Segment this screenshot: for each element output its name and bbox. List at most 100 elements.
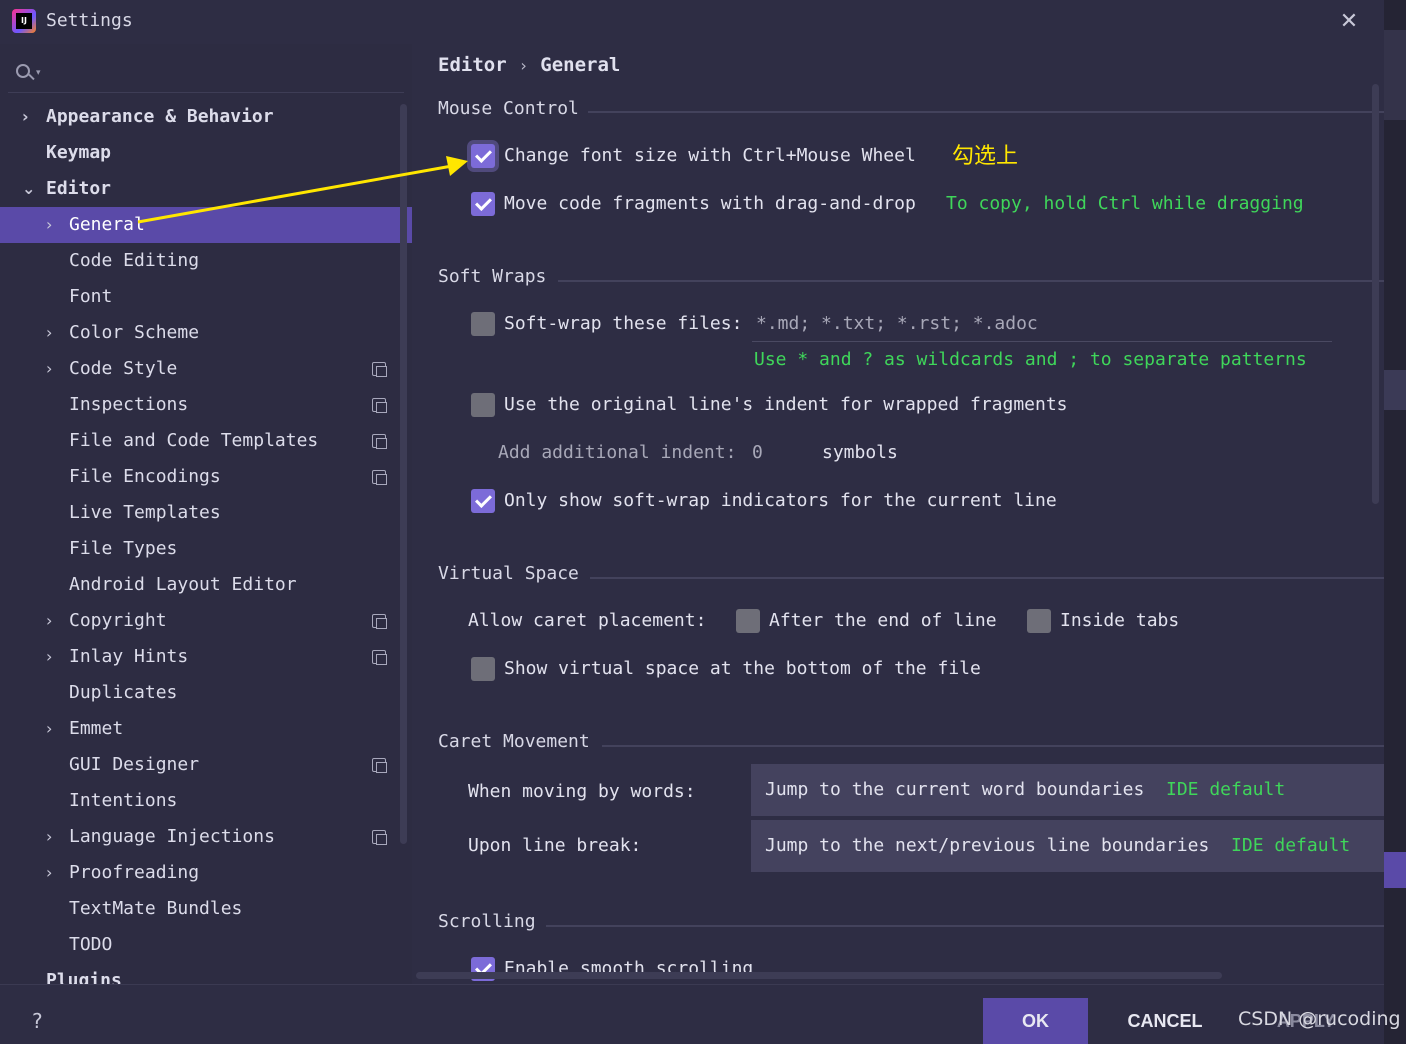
section-scrolling: Scrolling [438, 911, 536, 932]
chevron-right-icon[interactable]: › [46, 639, 52, 675]
sidebar-item-color-scheme[interactable]: › Color Scheme [0, 315, 412, 351]
line-break-dropdown[interactable]: Jump to the next/previous line boundarie… [751, 820, 1384, 872]
sidebar-item-label: File Types [69, 538, 178, 559]
inside-tabs-label[interactable]: Inside tabs [1060, 607, 1179, 635]
sidebar-item-emmet[interactable]: › Emmet [0, 711, 412, 747]
sidebar-item-appearance-behavior[interactable]: › Appearance & Behavior [0, 99, 412, 135]
chevron-right-icon[interactable]: › [46, 819, 52, 855]
sidebar-item-font[interactable]: Font [0, 279, 412, 315]
sidebar-item-inspections[interactable]: Inspections [0, 387, 412, 423]
after-end-label[interactable]: After the end of line [769, 607, 997, 635]
virtual-space-bottom-label[interactable]: Show virtual space at the bottom of the … [504, 655, 981, 683]
breadcrumb-editor[interactable]: Editor [438, 54, 507, 76]
sidebar-item-label: Language Injections [69, 826, 275, 847]
sidebar-item-code-editing[interactable]: Code Editing [0, 243, 412, 279]
line-break-hint: IDE default [1231, 835, 1351, 856]
move-code-checkbox[interactable] [471, 192, 495, 216]
content-vertical-scrollbar[interactable] [1372, 84, 1379, 504]
project-scope-icon [372, 830, 387, 845]
sidebar-item-label: Font [69, 286, 113, 307]
sidebar-item-general[interactable]: › General [0, 207, 412, 243]
additional-indent-label: Add additional indent: [498, 442, 737, 463]
section-divider [590, 577, 1384, 579]
section-divider [546, 925, 1384, 927]
additional-indent-input[interactable]: 0 [752, 439, 763, 467]
sidebar-item-gui-designer[interactable]: GUI Designer [0, 747, 412, 783]
chevron-right-icon[interactable]: › [46, 855, 52, 891]
sidebar-item-file-and-code-templates[interactable]: File and Code Templates [0, 423, 412, 459]
search-icon[interactable]: ▾ [14, 62, 44, 86]
sidebar-item-label: Inspections [69, 394, 189, 415]
soft-wrap-files-label[interactable]: Soft-wrap these files: [504, 310, 742, 338]
content-horizontal-scrollbar[interactable] [416, 972, 1222, 979]
chevron-right-icon[interactable]: › [22, 99, 29, 135]
ok-button[interactable]: OK [983, 998, 1088, 1044]
sidebar-item-editor[interactable]: ⌄ Editor [0, 171, 412, 207]
sidebar-item-code-style[interactable]: › Code Style [0, 351, 412, 387]
sidebar-item-language-injections[interactable]: › Language Injections [0, 819, 412, 855]
virtual-space-bottom-checkbox[interactable] [471, 657, 495, 681]
patterns-hint: Use * and ? as wildcards and ; to separa… [754, 349, 1307, 370]
sidebar-item-label: Android Layout Editor [69, 574, 297, 595]
sidebar-item-label: Duplicates [69, 682, 178, 703]
sidebar-item-android-layout-editor[interactable]: Android Layout Editor [0, 567, 412, 603]
sidebar-item-label: Plugins [46, 970, 122, 984]
project-scope-icon [372, 434, 387, 449]
section-divider [588, 111, 1384, 113]
chevron-right-icon[interactable]: › [46, 315, 52, 351]
moving-by-words-label: When moving by words: [468, 781, 696, 802]
sidebar-scrollbar[interactable] [400, 104, 407, 844]
sidebar-item-label: Keymap [46, 142, 112, 163]
change-font-label[interactable]: Change font size with Ctrl+Mouse Wheel [504, 142, 916, 170]
after-end-checkbox[interactable] [736, 609, 760, 633]
settings-sidebar: ▾ › Appearance & Behavior Keymap ⌄ Editor › Ge… [0, 44, 412, 984]
move-code-label[interactable]: Move code fragments with drag-and-drop [504, 190, 916, 218]
help-icon[interactable]: ? [32, 1009, 43, 1033]
indicators-label[interactable]: Only show soft-wrap indicators for the c… [504, 487, 1057, 515]
sidebar-item-label: Editor [46, 178, 112, 199]
sidebar-item-label: GUI Designer [69, 754, 200, 775]
sidebar-item-live-templates[interactable]: Live Templates [0, 495, 412, 531]
project-scope-icon [372, 362, 387, 377]
project-scope-icon [372, 758, 387, 773]
sidebar-item-label: Appearance & Behavior [46, 106, 274, 127]
breadcrumb-general: General [540, 54, 621, 76]
dialog-footer: ? OK CANCEL APPLY [0, 984, 1384, 1044]
soft-wrap-files-checkbox[interactable] [471, 312, 495, 336]
caret-placement-label: Allow caret placement: [468, 610, 707, 631]
sidebar-item-file-types[interactable]: File Types [0, 531, 412, 567]
section-soft-wraps: Soft Wraps [438, 266, 547, 287]
chevron-right-icon[interactable]: › [46, 711, 52, 747]
sidebar-divider [8, 92, 404, 93]
sidebar-item-proofreading[interactable]: › Proofreading [0, 855, 412, 891]
line-break-value: Jump to the next/previous line boundarie… [765, 835, 1210, 856]
chevron-down-icon[interactable]: ⌄ [22, 171, 35, 207]
sidebar-item-intentions[interactable]: Intentions [0, 783, 412, 819]
chevron-right-icon[interactable]: › [46, 351, 52, 387]
moving-by-words-dropdown[interactable]: Jump to the current word boundaries IDE … [751, 764, 1384, 816]
sidebar-item-inlay-hints[interactable]: › Inlay Hints [0, 639, 412, 675]
sidebar-item-label: File and Code Templates [69, 430, 319, 451]
sidebar-item-keymap[interactable]: Keymap [0, 135, 412, 171]
soft-wrap-files-input[interactable]: *.md; *.txt; *.rst; *.adoc [756, 310, 1038, 338]
sidebar-item-copyright[interactable]: › Copyright [0, 603, 412, 639]
chevron-right-icon[interactable]: › [46, 207, 52, 243]
original-indent-checkbox[interactable] [471, 393, 495, 417]
chevron-right-icon[interactable]: › [46, 603, 52, 639]
sidebar-item-todo[interactable]: TODO [0, 927, 412, 963]
sidebar-item-textmate-bundles[interactable]: TextMate Bundles [0, 891, 412, 927]
settings-dialog: IJ Settings ✕ ▾ › Appearance & Behavior Ke… [0, 0, 1406, 1044]
sidebar-item-file-encodings[interactable]: File Encodings [0, 459, 412, 495]
close-icon[interactable]: ✕ [1336, 9, 1362, 35]
sidebar-item-label: TODO [69, 934, 113, 955]
sidebar-item-duplicates[interactable]: Duplicates [0, 675, 412, 711]
indicators-checkbox[interactable] [471, 489, 495, 513]
change-font-checkbox[interactable] [471, 144, 495, 168]
cancel-button[interactable]: CANCEL [1112, 998, 1218, 1044]
original-indent-label[interactable]: Use the original line's indent for wrapp… [504, 391, 1068, 419]
sidebar-item-label: Code Editing [69, 250, 200, 271]
project-scope-icon [372, 398, 387, 413]
inside-tabs-checkbox[interactable] [1027, 609, 1051, 633]
settings-tree: › Appearance & Behavior Keymap ⌄ Editor › Gene… [0, 99, 412, 984]
sidebar-item-plugins[interactable]: Plugins [0, 963, 412, 984]
